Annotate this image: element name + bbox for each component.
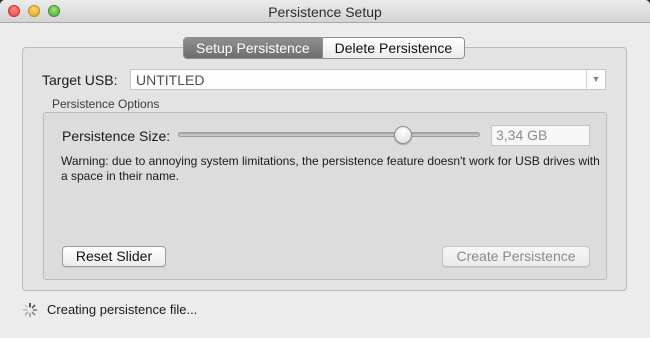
tab-delete-persistence[interactable]: Delete Persistence	[321, 38, 465, 58]
status-text: Creating persistence file...	[47, 302, 198, 317]
target-usb-select[interactable]: UNTITLED ▼	[130, 69, 606, 90]
reset-slider-button[interactable]: Reset Slider	[62, 246, 166, 267]
tab-bar: Setup Persistence Delete Persistence	[183, 37, 466, 59]
persistence-size-slider-thumb[interactable]	[393, 126, 412, 144]
create-persistence-button[interactable]: Create Persistence	[442, 246, 590, 267]
persistence-size-slider-track[interactable]	[178, 132, 480, 137]
target-usb-label: Target USB:	[42, 72, 118, 88]
chevron-down-icon[interactable]: ▼	[586, 70, 605, 89]
title-bar: Persistence Setup	[0, 0, 650, 23]
persistence-size-label: Persistence Size:	[62, 128, 171, 144]
persistence-size-value-field[interactable]: 3,34 GB	[491, 125, 590, 146]
target-usb-value: UNTITLED	[136, 72, 205, 88]
window-title: Persistence Setup	[268, 4, 382, 20]
persistence-options-caption: Persistence Options	[52, 97, 160, 111]
space-in-name-warning: Warning: due to annoying system limitati…	[61, 154, 600, 183]
persistence-setup-window: Persistence Setup Setup Persistence Dele…	[0, 0, 650, 338]
tab-setup-persistence[interactable]: Setup Persistence	[184, 38, 322, 58]
spinner-icon	[22, 302, 38, 318]
